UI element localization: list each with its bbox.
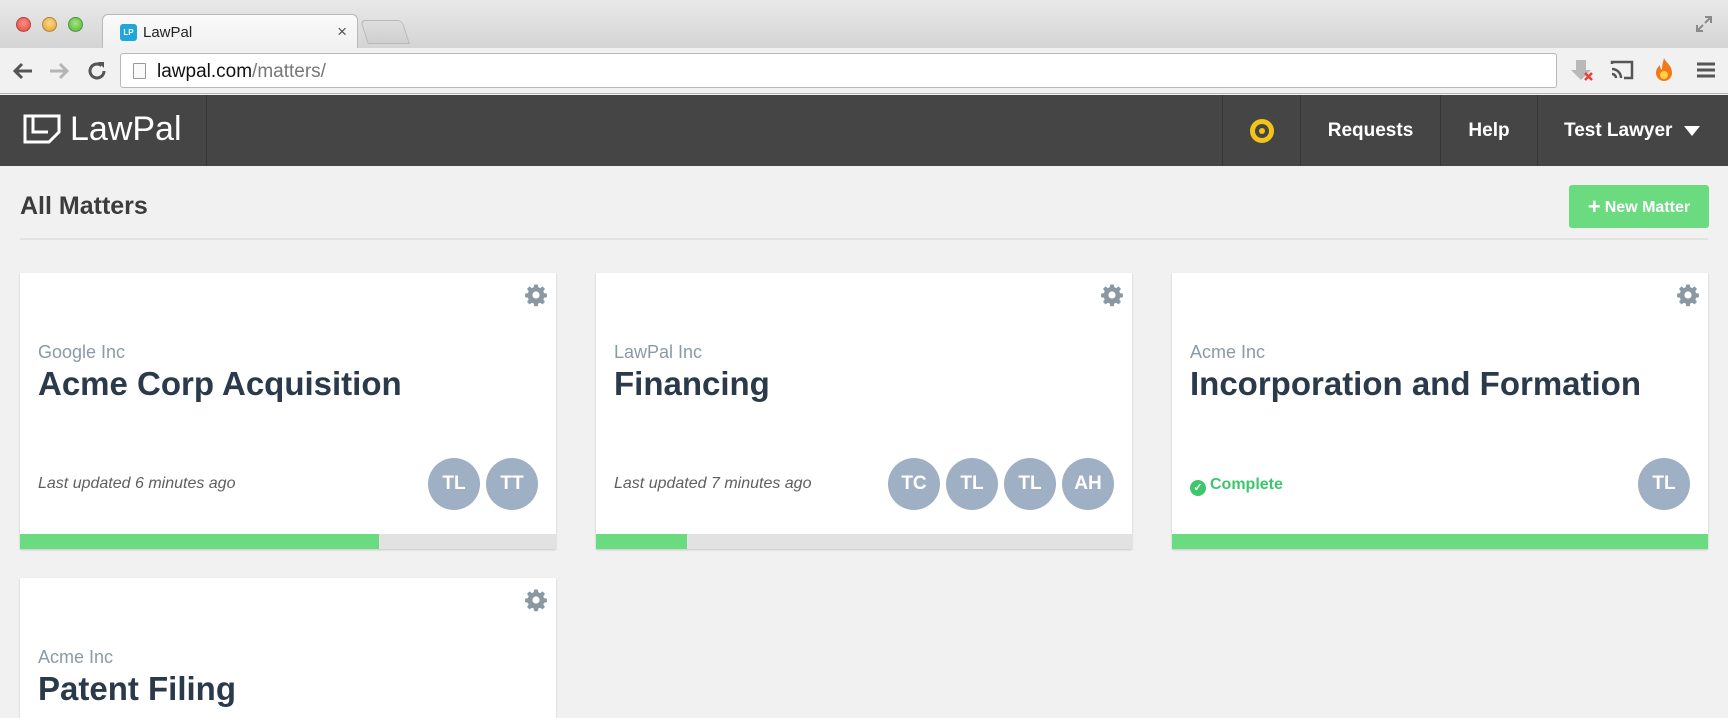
logo-text: LawPal bbox=[70, 110, 182, 148]
caret-down-icon bbox=[1684, 125, 1701, 136]
page-title: All Matters bbox=[20, 192, 148, 220]
participants: TC TL TL AH bbox=[888, 458, 1114, 510]
cast-icon[interactable] bbox=[1608, 56, 1636, 84]
tab-title: LawPal bbox=[143, 24, 193, 41]
target-icon bbox=[1250, 119, 1274, 143]
fullscreen-icon[interactable] bbox=[1694, 14, 1714, 34]
matter-client: Acme Inc bbox=[1190, 342, 1266, 362]
matter-client: Google Inc bbox=[38, 342, 126, 362]
participants: TL TT bbox=[428, 458, 538, 510]
user-name: Test Lawyer bbox=[1564, 120, 1673, 141]
progress-bar bbox=[1172, 534, 1708, 549]
avatar[interactable]: AH bbox=[1062, 458, 1114, 510]
status-complete: ✓ Complete bbox=[1190, 476, 1283, 496]
browser-tab-strip: LP LawPal × bbox=[0, 0, 1728, 48]
fire-extension-icon[interactable] bbox=[1650, 56, 1678, 84]
window-close-button[interactable] bbox=[16, 17, 31, 32]
browser-toolbar: lawpal.com/matters/ bbox=[0, 48, 1728, 94]
lawpal-logo[interactable]: LawPal bbox=[0, 95, 207, 166]
address-bar[interactable]: lawpal.com/matters/ bbox=[120, 53, 1557, 88]
gear-icon[interactable] bbox=[1676, 283, 1700, 307]
matter-card[interactable]: LawPal Inc Financing Last updated 7 minute… bbox=[596, 273, 1132, 549]
app-header: LawPal Requests Help Test Lawyer bbox=[0, 95, 1728, 166]
menu-icon[interactable] bbox=[1692, 56, 1720, 84]
reload-icon[interactable] bbox=[82, 56, 112, 86]
avatar[interactable]: TL bbox=[946, 458, 998, 510]
progress-bar bbox=[20, 534, 556, 549]
matter-title: Patent Filing bbox=[38, 670, 236, 707]
plus-icon: + bbox=[1587, 194, 1601, 219]
browser-tab-lawpal[interactable]: LP LawPal × bbox=[102, 14, 358, 48]
nav-requests[interactable]: Requests bbox=[1300, 95, 1440, 166]
last-updated: Last updated 7 minutes ago bbox=[614, 475, 812, 492]
avatar[interactable]: TT bbox=[486, 458, 538, 510]
avatar[interactable]: TL bbox=[428, 458, 480, 510]
gear-icon[interactable] bbox=[524, 588, 548, 612]
matter-title: Financing bbox=[614, 365, 770, 402]
window-minimize-button[interactable] bbox=[42, 17, 57, 32]
download-blocked-icon[interactable] bbox=[1568, 56, 1596, 84]
matter-card[interactable]: Acme Inc Incorporation and Formation ✓ Comp… bbox=[1172, 273, 1708, 549]
progress-fill bbox=[596, 534, 688, 549]
last-updated: Last updated 6 minutes ago bbox=[38, 475, 236, 492]
lawpal-favicon-icon: LP bbox=[120, 24, 137, 41]
window-zoom-button[interactable] bbox=[68, 17, 83, 32]
logo-mark-icon bbox=[23, 114, 61, 144]
avatar[interactable]: TC bbox=[888, 458, 940, 510]
matter-client: Acme Inc bbox=[38, 647, 114, 667]
avatar[interactable]: TL bbox=[1004, 458, 1056, 510]
avatar[interactable]: TL bbox=[1638, 458, 1690, 510]
divider bbox=[20, 238, 1708, 240]
matter-title: Incorporation and Formation bbox=[1190, 365, 1641, 402]
nav-help[interactable]: Help bbox=[1440, 95, 1537, 166]
back-arrow-icon[interactable] bbox=[8, 56, 38, 86]
matter-card[interactable]: Google Inc Acme Corp Acquisition Last upda… bbox=[20, 273, 556, 549]
matter-card[interactable]: Acme Inc Patent Filing bbox=[20, 578, 556, 718]
tab-close-icon[interactable]: × bbox=[337, 22, 347, 42]
user-menu[interactable]: Test Lawyer bbox=[1537, 95, 1728, 166]
url-text: lawpal.com/matters/ bbox=[157, 61, 326, 82]
progress-bar bbox=[596, 534, 1132, 549]
new-tab-button[interactable] bbox=[360, 20, 410, 44]
matter-client: LawPal Inc bbox=[614, 342, 703, 362]
matter-title: Acme Corp Acquisition bbox=[38, 365, 402, 402]
page-icon bbox=[133, 63, 146, 79]
gear-icon[interactable] bbox=[524, 283, 548, 307]
new-matter-button[interactable]: + New Matter bbox=[1569, 185, 1709, 228]
participants: TL bbox=[1638, 458, 1690, 510]
check-icon: ✓ bbox=[1190, 480, 1206, 496]
gear-icon[interactable] bbox=[1100, 283, 1124, 307]
progress-fill bbox=[1172, 534, 1708, 549]
notifications-target-button[interactable] bbox=[1222, 95, 1300, 166]
progress-fill bbox=[20, 534, 380, 549]
forward-arrow-icon[interactable] bbox=[44, 56, 74, 86]
